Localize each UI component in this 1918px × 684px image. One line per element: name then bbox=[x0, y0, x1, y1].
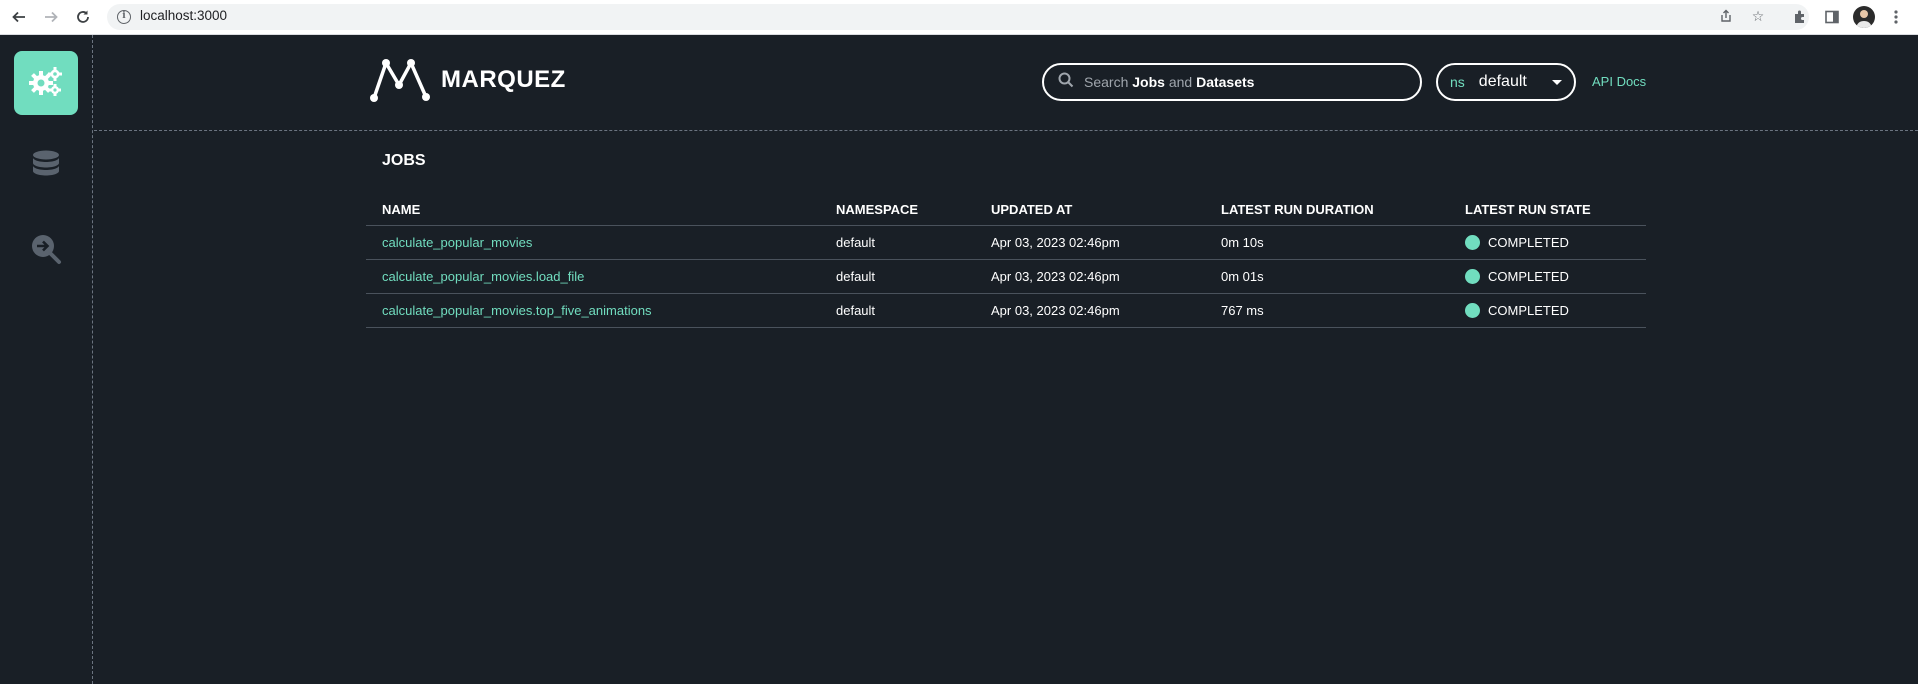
job-duration: 0m 10s bbox=[1205, 225, 1449, 260]
state-indicator-dot bbox=[1465, 268, 1480, 284]
job-state: COMPLETED bbox=[1488, 268, 1569, 284]
state-indicator-dot bbox=[1465, 234, 1480, 250]
reload-icon[interactable] bbox=[72, 6, 94, 28]
state-indicator-dot bbox=[1465, 302, 1480, 318]
search-placeholder: Search Jobs and Datasets bbox=[1084, 74, 1254, 90]
job-namespace: default bbox=[820, 259, 975, 294]
search-placeholder-jobs: Jobs bbox=[1132, 74, 1165, 90]
chrome-menu-icon[interactable] bbox=[1885, 6, 1907, 28]
database-icon bbox=[32, 150, 60, 184]
app-header: MARQUEZ Search Jobs and Datasets ns defa… bbox=[94, 35, 1918, 131]
job-name-link[interactable]: calculate_popular_movies.load_file bbox=[366, 259, 820, 294]
marquez-logo[interactable]: MARQUEZ bbox=[369, 57, 566, 103]
job-state-cell: COMPLETED bbox=[1449, 225, 1646, 260]
namespace-value: default bbox=[1478, 73, 1527, 90]
search-input[interactable]: Search Jobs and Datasets bbox=[1042, 63, 1422, 101]
lineage-search-icon bbox=[30, 233, 62, 269]
search-placeholder-prefix: Search bbox=[1084, 74, 1129, 90]
sidebar bbox=[0, 35, 93, 684]
job-state-cell: COMPLETED bbox=[1449, 259, 1646, 294]
job-namespace: default bbox=[820, 225, 975, 260]
table-row[interactable]: calculate_popular_movies.load_file defau… bbox=[366, 259, 1646, 294]
namespace-prefix: ns bbox=[1450, 74, 1465, 90]
back-arrow-icon[interactable] bbox=[8, 6, 30, 28]
job-updated-at: Apr 03, 2023 02:46pm bbox=[975, 225, 1205, 260]
url-text: localhost:3000 bbox=[140, 8, 228, 23]
search-placeholder-and: and bbox=[1168, 74, 1193, 90]
job-duration: 0m 01s bbox=[1205, 259, 1449, 294]
search-placeholder-datasets: Datasets bbox=[1196, 74, 1255, 90]
jobs-table: NAME NAMESPACE UPDATED AT LATEST RUN DUR… bbox=[366, 195, 1646, 328]
job-state: COMPLETED bbox=[1488, 234, 1569, 250]
job-name-link[interactable]: calculate_popular_movies bbox=[366, 225, 820, 260]
job-name-link[interactable]: calculate_popular_movies.top_five_animat… bbox=[366, 293, 820, 328]
forward-arrow-icon[interactable] bbox=[40, 6, 62, 28]
address-bar[interactable]: i localhost:3000 ☆ bbox=[107, 4, 1809, 30]
sidebar-item-datasets[interactable] bbox=[14, 135, 78, 199]
column-header-namespace[interactable]: NAMESPACE bbox=[820, 195, 975, 226]
site-info-icon[interactable]: i bbox=[117, 10, 131, 24]
side-panel-icon[interactable] bbox=[1821, 6, 1843, 28]
caret-down-icon bbox=[1552, 80, 1562, 85]
sidebar-item-lineage[interactable] bbox=[14, 219, 78, 283]
column-header-name[interactable]: NAME bbox=[366, 195, 820, 226]
job-state: COMPLETED bbox=[1488, 302, 1569, 318]
table-row[interactable]: calculate_popular_movies default Apr 03,… bbox=[366, 225, 1646, 260]
namespace-select[interactable]: ns default bbox=[1436, 63, 1576, 101]
job-state-cell: COMPLETED bbox=[1449, 293, 1646, 328]
table-row[interactable]: calculate_popular_movies.top_five_animat… bbox=[366, 293, 1646, 328]
share-icon[interactable] bbox=[1718, 9, 1734, 25]
api-docs-link[interactable]: API Docs bbox=[1592, 74, 1646, 89]
marquez-logo-icon bbox=[370, 59, 430, 102]
bookmark-star-icon[interactable]: ☆ bbox=[1750, 9, 1766, 25]
browser-toolbar: i localhost:3000 ☆ bbox=[0, 0, 1918, 35]
page-title: JOBS bbox=[382, 152, 426, 169]
search-icon bbox=[1058, 72, 1074, 92]
gears-icon bbox=[28, 66, 64, 100]
profile-avatar[interactable] bbox=[1853, 6, 1875, 28]
brand-name: MARQUEZ bbox=[441, 66, 566, 93]
column-header-updated-at[interactable]: UPDATED AT bbox=[975, 195, 1205, 226]
table-header-row: NAME NAMESPACE UPDATED AT LATEST RUN DUR… bbox=[366, 195, 1646, 226]
job-duration: 767 ms bbox=[1205, 293, 1449, 328]
job-updated-at: Apr 03, 2023 02:46pm bbox=[975, 259, 1205, 294]
sidebar-item-jobs[interactable] bbox=[14, 51, 78, 115]
extensions-icon[interactable] bbox=[1789, 6, 1811, 28]
job-namespace: default bbox=[820, 293, 975, 328]
column-header-state[interactable]: LATEST RUN STATE bbox=[1449, 195, 1646, 226]
job-updated-at: Apr 03, 2023 02:46pm bbox=[975, 293, 1205, 328]
column-header-duration[interactable]: LATEST RUN DURATION bbox=[1205, 195, 1449, 226]
